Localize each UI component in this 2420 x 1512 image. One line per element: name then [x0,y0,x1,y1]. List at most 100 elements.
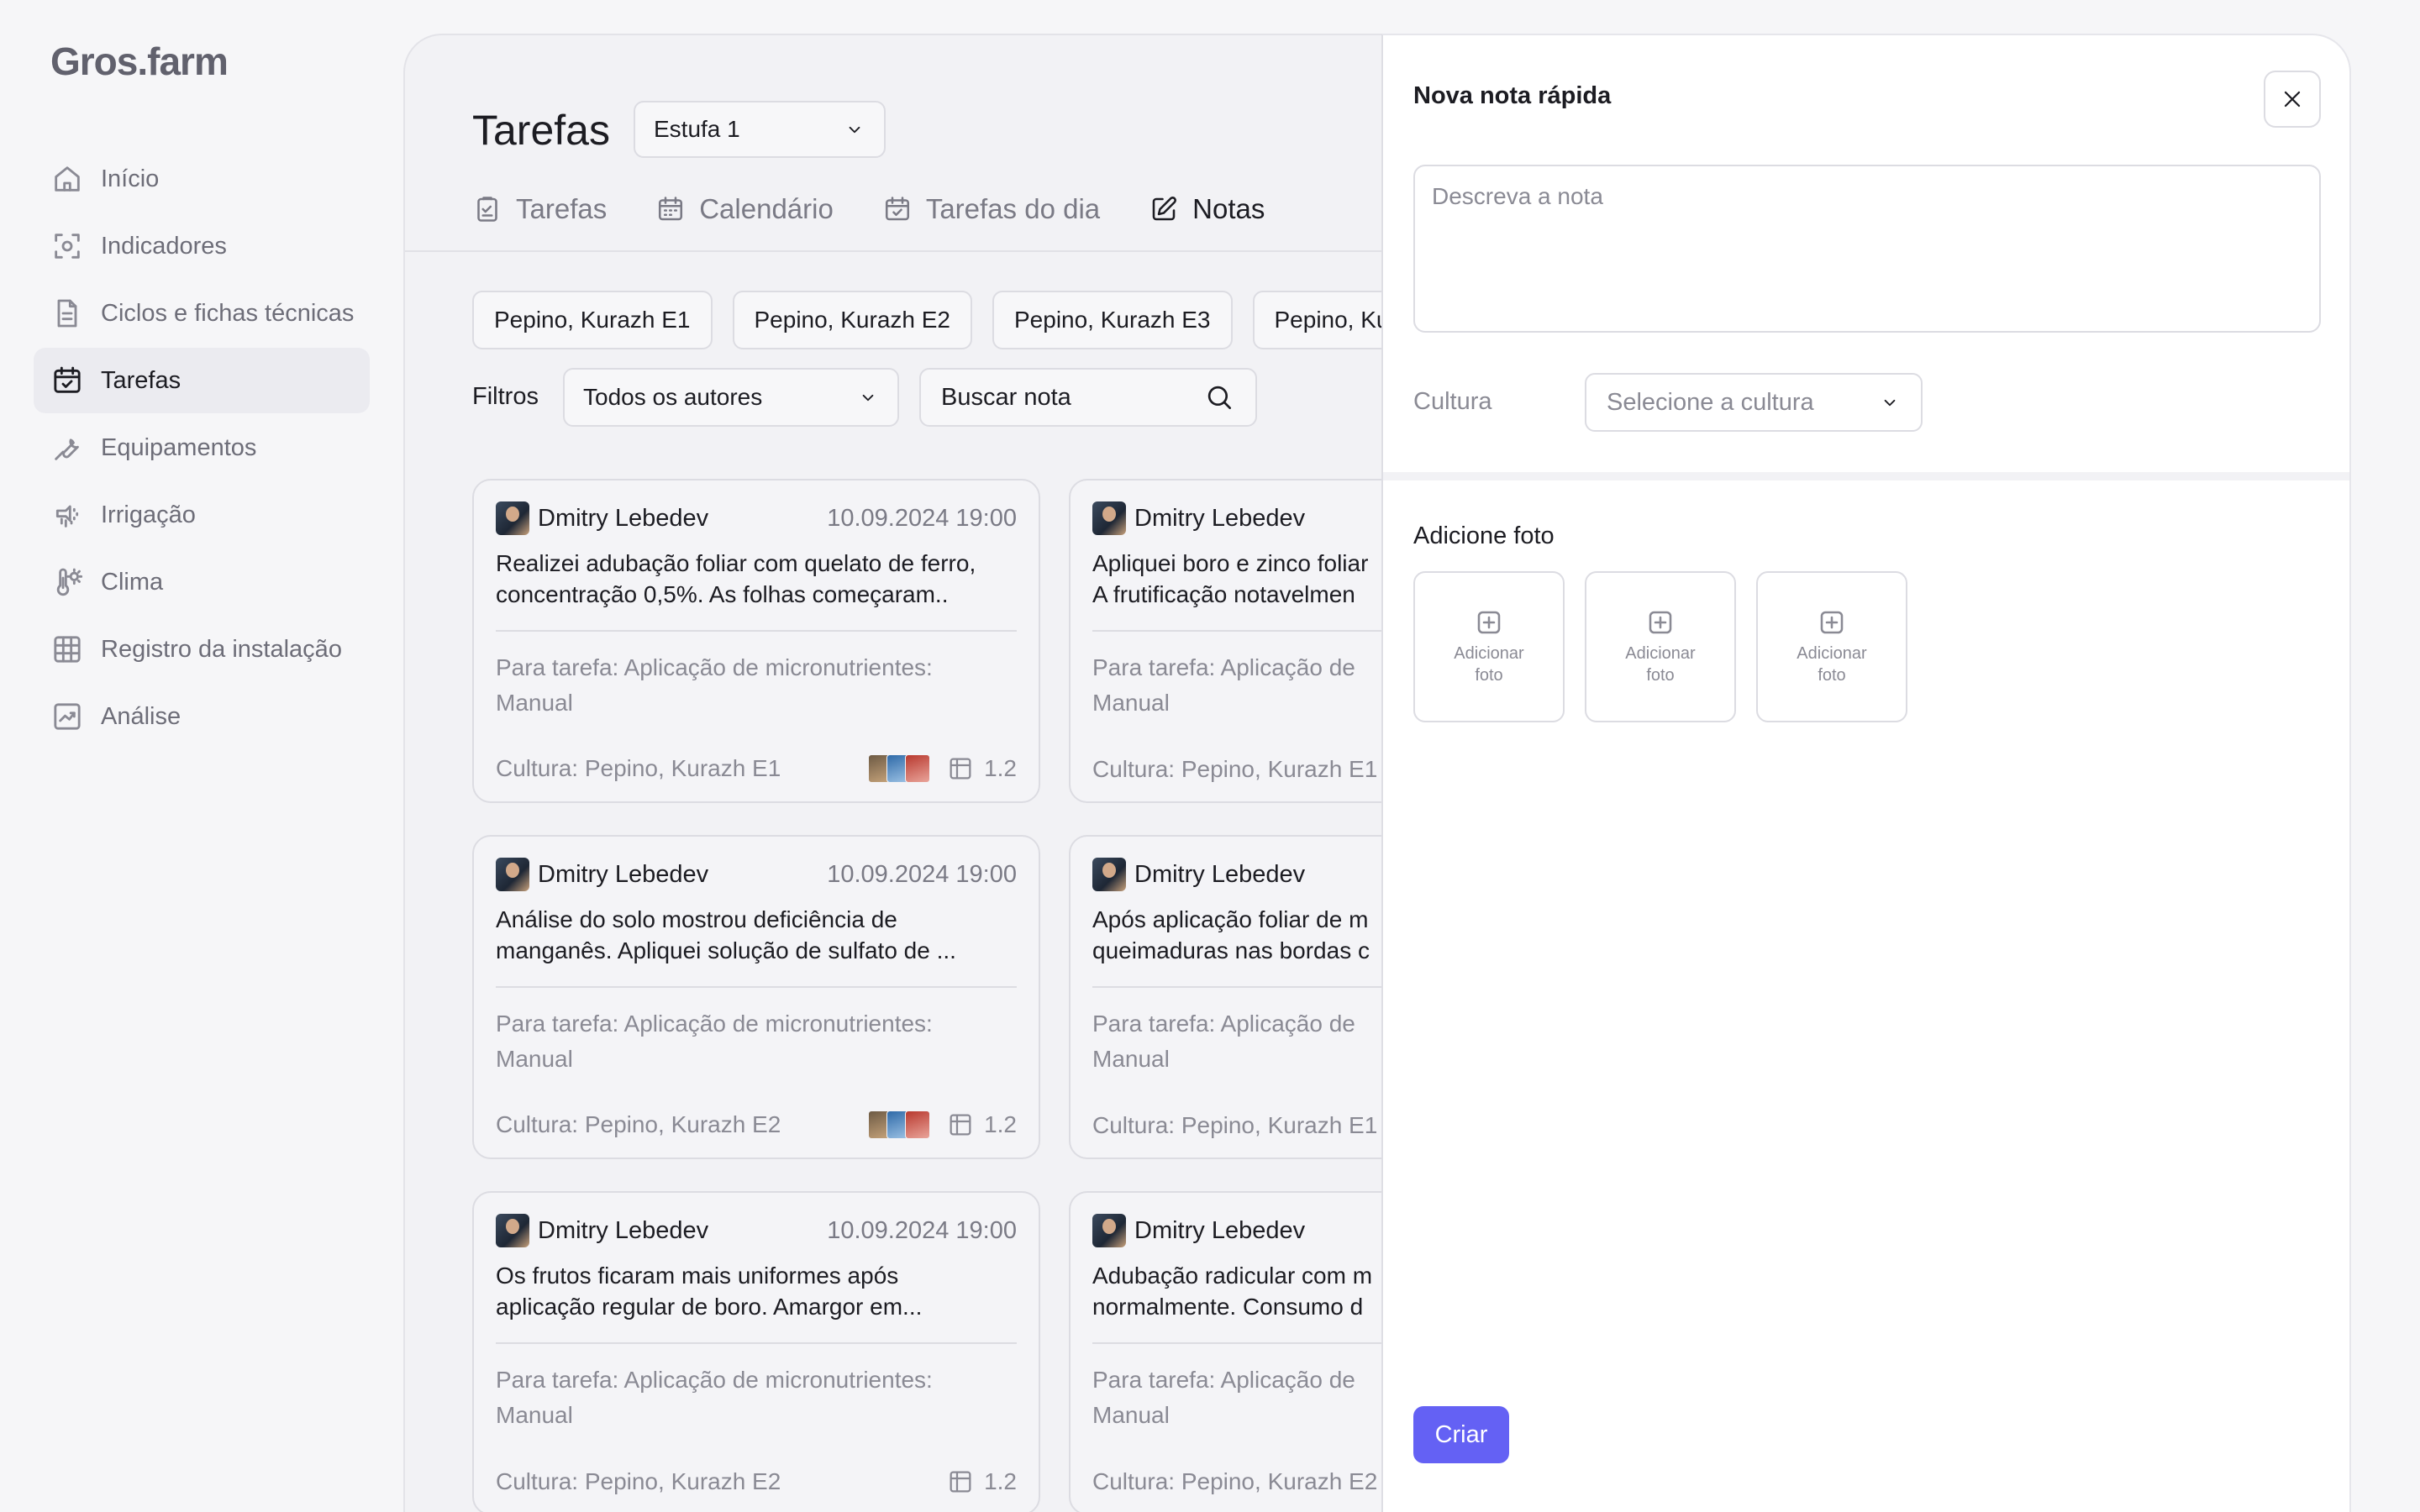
note-date: 10.09.2024 19:00 [827,860,1017,888]
sidebar-item-equipamentos[interactable]: Equipamentos [34,415,370,480]
note-card[interactable]: Dmitry Lebedev 10.09.2024 19:00 Análise do… [472,835,1040,1159]
quick-note-panel: Nova nota rápida Cultura Selecione a cul… [1381,34,2351,1512]
note-card-footer: Cultura: Pepino, Kurazh E1 1.2 [496,754,1017,783]
add-photo-title: Adicione foto [1413,522,1555,549]
note-task-line: Para tarefa: Aplicação de micronutriente… [496,1011,933,1037]
note-text: Análise do solo mostrou deficiência de ma… [496,904,1017,968]
grid-icon [950,758,971,780]
add-photo-button[interactable]: Adicionar foto [1413,571,1565,722]
avatar [496,1214,529,1247]
tabs-bar: Tarefas Calendário Tarefas do dia Notas [472,193,1265,225]
culture-chip[interactable]: Pepino, Kurazh E3 [992,291,1233,349]
note-text-line: Análise do solo mostrou deficiência de [496,906,897,932]
note-card-header: Dmitry Lebedev 10.09.2024 19:00 [496,853,1017,895]
add-photo-button[interactable]: Adicionar foto [1756,571,1907,722]
avatar [496,858,529,891]
tab-notas[interactable]: Notas [1149,193,1265,225]
culture-chip[interactable]: Pepino, Kurazh E1 [472,291,713,349]
note-culture: Cultura: Pepino, Kurazh E2 [1092,1468,1378,1494]
note-culture: Cultura: Pepino, Kurazh E1 [1092,1112,1378,1138]
photo-thumbnails[interactable] [868,1110,931,1139]
note-card-footer: Cultura: Pepino, Kurazh E2 1.2 [496,1110,1017,1139]
tab-tarefas[interactable]: Tarefas [472,193,607,225]
note-task-line: Manual [496,690,573,716]
note-task: Para tarefa: Aplicação de micronutriente… [496,1006,1017,1077]
author-filter-value: Todos os autores [583,384,763,410]
close-icon [2284,91,2301,108]
irrigation-icon [50,498,84,532]
author-name: Dmitry Lebedev [538,860,709,888]
sidebar-item-inicio[interactable]: Início [34,146,370,212]
note-author: Dmitry Lebedev [496,1214,708,1247]
note-text-line: concentração 0,5%. As folhas começaram.. [496,581,949,607]
note-meta: 1.2 [868,1110,1017,1139]
search-placeholder: Buscar nota [941,383,1071,411]
culture-select[interactable]: Selecione a cultura [1585,373,1923,432]
note-meta: 1.2 [868,754,1017,783]
greenhouse-select[interactable]: Estufa 1 [634,101,886,158]
app-logo[interactable]: Gros.farm [50,39,229,84]
close-button[interactable] [2264,71,2321,128]
tab-tarefas-do-dia[interactable]: Tarefas do dia [882,193,1100,225]
filters-label: Filtros [472,383,539,410]
edit-icon [1152,197,1177,221]
photo-thumbnail [905,754,931,783]
note-meta: 1.2 [947,1468,1017,1495]
card-divider [496,986,1017,988]
sidebar-item-clima[interactable]: Clima [34,549,370,615]
sidebar-item-indicadores[interactable]: Indicadores [34,213,370,279]
sidebar-item-label: Clima [101,568,164,596]
calendar-check-icon [50,364,84,397]
note-culture: Cultura: Pepino, Kurazh E1 [1092,756,1378,782]
culture-label: Cultura [1413,388,1492,415]
sidebar-item-label: Irrigação [101,501,196,528]
create-button[interactable]: Criar [1413,1406,1509,1463]
section-divider [1383,472,2349,480]
add-photo-label: Adicionar foto [1625,644,1696,685]
sidebar-item-registro[interactable]: Registro da instalação [34,617,370,682]
photo-slots: Adicionar foto Adicionar foto Adicionar … [1413,571,1907,722]
chevron-down-icon [862,394,874,402]
indicators-icon [50,229,84,263]
avatar [1092,858,1126,891]
sidebar-item-irrigacao[interactable]: Irrigação [34,482,370,548]
culture-chip[interactable]: Pepino, Kurazh E2 [732,291,972,349]
note-task-line: Para tarefa: Aplicação de micronutriente… [496,1367,933,1393]
note-task: Para tarefa: Aplicação de micronutriente… [496,1362,1017,1433]
note-bed: 1.2 [984,755,1017,781]
tab-calendario[interactable]: Calendário [655,193,834,225]
photo-thumbnails[interactable] [868,754,931,783]
note-task-line: Manual [496,1402,573,1428]
add-photo-button[interactable]: Adicionar foto [1585,571,1736,722]
note-author: Dmitry Lebedev [1092,858,1305,891]
plus-square-icon [1649,611,1672,634]
main-content: Tarefas Estufa 1 Tarefas Calendário Tare… [403,34,1512,1512]
chart-icon [50,700,84,733]
search-input[interactable]: Buscar nota [919,368,1257,427]
avatar [1092,1214,1126,1247]
note-card[interactable]: Dmitry Lebedev 10.09.2024 19:00 Os frutos … [472,1191,1040,1512]
culture-chips: Pepino, Kurazh E1 Pepino, Kurazh E2 Pepi… [472,291,1412,349]
card-divider [496,630,1017,632]
wrench-icon [50,431,84,465]
author-name: Dmitry Lebedev [538,504,709,532]
note-text-line: Realizei adubação foliar com quelato de … [496,550,976,576]
author-filter-select[interactable]: Todos os autores [563,368,899,427]
sidebar-item-label: Ciclos e fichas técnicas [101,299,355,327]
sidebar-item-tarefas[interactable]: Tarefas [34,348,370,413]
add-photo-label: Adicionar foto [1797,644,1867,685]
note-card[interactable]: Dmitry Lebedev 10.09.2024 19:00 Realizei a… [472,479,1040,803]
tab-label: Tarefas do dia [925,193,1101,224]
note-author: Dmitry Lebedev [496,501,708,535]
sidebar-item-ciclos[interactable]: Ciclos e fichas técnicas [34,281,370,346]
tabs-divider [405,250,1511,252]
note-card-footer: Cultura: Pepino, Kurazh E2 1.2 [496,1468,1017,1495]
grid-icon [950,1471,971,1493]
photo-thumbnail [905,1110,931,1139]
note-task-line: Manual [496,1046,573,1072]
search-icon [1207,386,1232,410]
sidebar-item-analise[interactable]: Análise [34,684,370,749]
sidebar-item-label: Tarefas [101,366,182,394]
tab-label: Calendário [699,193,834,224]
note-description-field[interactable] [1413,165,2321,333]
